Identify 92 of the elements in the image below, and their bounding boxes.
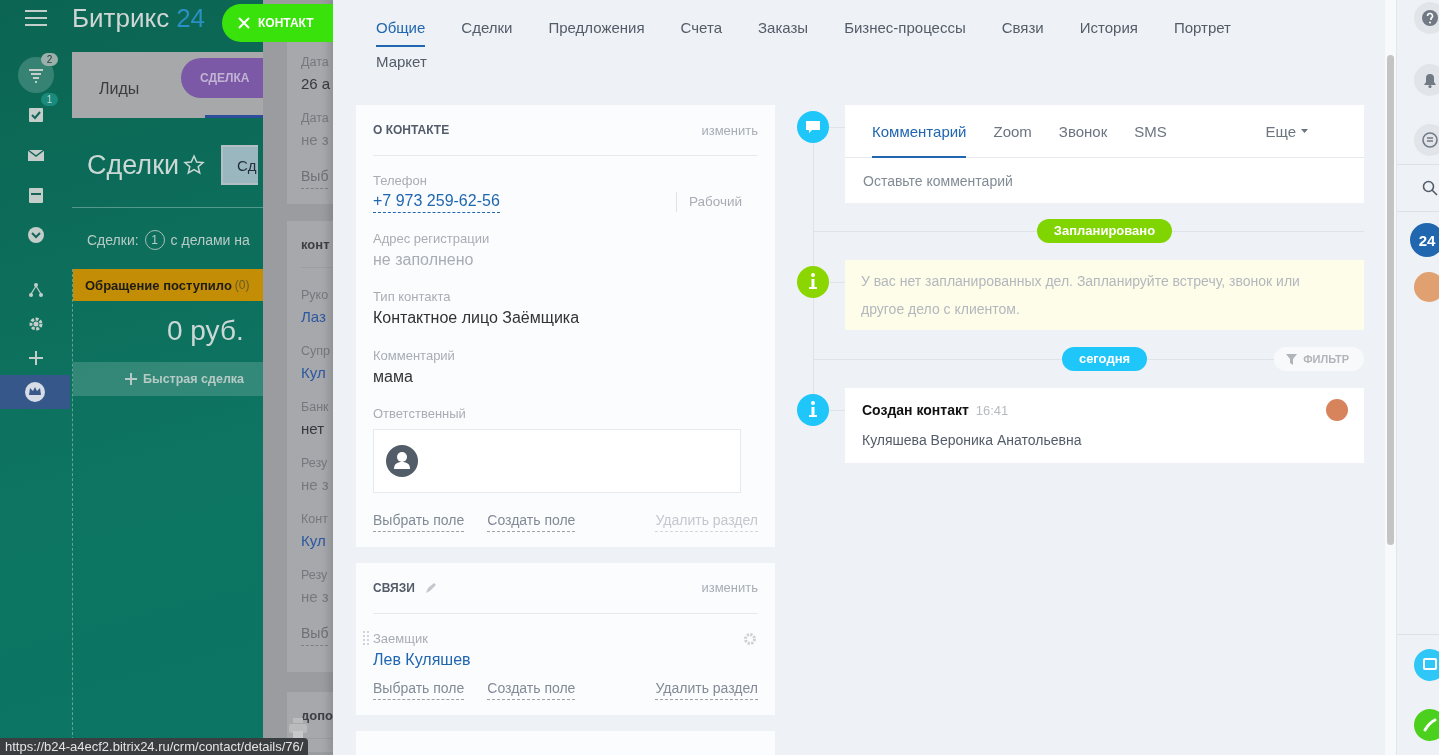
detail-tab[interactable]: Предложения — [548, 11, 645, 45]
section-action-link[interactable]: Выбрать поле — [373, 508, 465, 532]
field-label: Тип контакта — [373, 288, 452, 306]
chevron-down-icon[interactable] — [26, 225, 46, 245]
task-icon[interactable] — [26, 105, 46, 125]
close-icon — [238, 17, 250, 29]
filter-button[interactable] — [18, 57, 54, 93]
add-icon[interactable] — [26, 348, 46, 368]
screen-share-icon[interactable] — [1414, 649, 1439, 681]
section-title: СВЯЗИ — [373, 580, 415, 595]
detail-tab[interactable]: Портрет — [1173, 11, 1231, 45]
field-value: мама — [373, 366, 414, 387]
selected-tab-underline — [205, 115, 263, 118]
deal-slider-label[interactable]: СДЕЛКА — [181, 58, 263, 98]
drag-handle-icon[interactable] — [363, 630, 369, 645]
field-value: 26 а — [301, 74, 332, 94]
detail-tab[interactable]: Связи — [1001, 11, 1044, 45]
detail-tab[interactable]: Бизнес-процессы — [844, 11, 966, 45]
today-label: сегодня — [1061, 347, 1148, 371]
field-link[interactable]: Кул — [301, 529, 333, 553]
section-title: О КОНТАКТЕ — [373, 123, 450, 137]
field-link[interactable]: Кул — [301, 361, 333, 385]
section-action-link[interactable]: Выбрать поле — [373, 676, 465, 700]
field-value: не заполнено — [373, 249, 475, 270]
user-field[interactable] — [373, 429, 741, 493]
crown-icon[interactable] — [25, 382, 45, 402]
logo-text[interactable]: Битрикс — [72, 2, 170, 34]
field-label: Комментарий — [373, 346, 456, 365]
counter-text: с делами на — [170, 232, 250, 248]
field-link[interactable]: Лаз — [301, 305, 333, 329]
stage-name: Обращение поступило — [85, 277, 232, 293]
detail-tab[interactable]: Сделки — [461, 11, 513, 45]
counter-badge: 1 — [41, 93, 58, 106]
stage-total: 0 руб. — [166, 315, 245, 348]
structure-icon[interactable] — [26, 280, 46, 300]
detail-tab[interactable]: Заказы — [758, 11, 809, 45]
more-menu-button[interactable]: Еще — [1265, 105, 1308, 157]
author-avatar[interactable] — [1326, 399, 1348, 421]
field-value: Контактное лицо Заёмщика — [373, 308, 581, 328]
chat-list-icon[interactable] — [1414, 124, 1439, 156]
detail-tab[interactable]: Общие — [376, 11, 426, 45]
detail-tab[interactable]: История — [1079, 11, 1138, 45]
page-title: Сделки — [87, 149, 180, 181]
composer-tab[interactable]: Комментарий — [872, 105, 967, 157]
network-button[interactable]: 24 — [1410, 223, 1439, 257]
sidebar-item-active-background[interactable] — [0, 375, 70, 409]
scrollbar-thumb[interactable] — [1387, 55, 1394, 545]
status-bar-url: https://b24-a4ecf2.bitrix24.ru/crm/contact/details/76/ — [0, 738, 309, 755]
add-deal-button[interactable]: Сд — [221, 145, 259, 185]
plus-icon — [125, 373, 137, 385]
help-icon[interactable] — [1414, 2, 1439, 34]
event-title: Создан контакт — [862, 401, 969, 420]
info-icon[interactable] — [797, 394, 829, 426]
field-label: Адрес регистрации — [373, 229, 491, 248]
menu-icon[interactable] — [25, 10, 47, 26]
star-icon[interactable] — [183, 154, 206, 176]
phone-icon[interactable] — [1414, 709, 1439, 741]
stage-count: (0) — [234, 278, 250, 292]
search-icon[interactable] — [1422, 180, 1438, 196]
crm-tab[interactable]: Лиды — [99, 72, 140, 98]
caret-icon — [1301, 129, 1308, 133]
composer-tab[interactable]: Zoom — [993, 105, 1032, 157]
quick-deal-label: Быстрая сделка — [143, 372, 245, 386]
event-time: 16:41 — [975, 402, 1009, 420]
section-action-link[interactable]: Создать поле — [487, 676, 576, 700]
funnel-icon — [1286, 353, 1298, 365]
detail-tab[interactable]: Счета — [680, 11, 722, 45]
phone-link[interactable]: +7 973 259-62-56 — [373, 190, 500, 213]
counter-label: Сделки: — [87, 232, 139, 248]
field-value: нет — [301, 419, 325, 439]
calendar-icon[interactable] — [26, 185, 46, 205]
composer-tab[interactable]: Звонок — [1058, 105, 1108, 157]
field-label: Телефон — [373, 172, 428, 190]
section-action-link[interactable]: Удалить раздел — [655, 676, 758, 700]
stage-header[interactable]: Обращение поступило (0) — [73, 269, 263, 301]
note-text: У вас нет запланированных дел. Запланируйте встречу, звонок или другое дело с клиентом. — [861, 272, 1301, 319]
counter-badge: 2 — [41, 53, 58, 66]
field-label: Заемщик — [373, 629, 429, 648]
event-text: Куляшева Вероника Анатольевна — [862, 431, 1083, 450]
user-avatar[interactable] — [1414, 272, 1439, 302]
contact-link[interactable]: Лев Куляшев — [373, 647, 471, 672]
phone-type: Рабочий — [675, 191, 742, 212]
comment-input[interactable]: Оставьте комментарий — [845, 158, 1364, 203]
detail-tab[interactable]: Маркет — [376, 45, 427, 79]
user-avatar-icon — [386, 445, 418, 477]
field-label: Ответственный — [373, 405, 467, 423]
bell-icon[interactable] — [1414, 64, 1439, 96]
composer-tab[interactable]: SMS — [1134, 105, 1167, 157]
comment-icon[interactable] — [797, 111, 829, 143]
planned-label: Запланировано — [1036, 219, 1173, 243]
section-action-link[interactable]: Создать поле — [487, 508, 576, 532]
quick-deal-button[interactable]: Быстрая сделка — [73, 362, 263, 396]
